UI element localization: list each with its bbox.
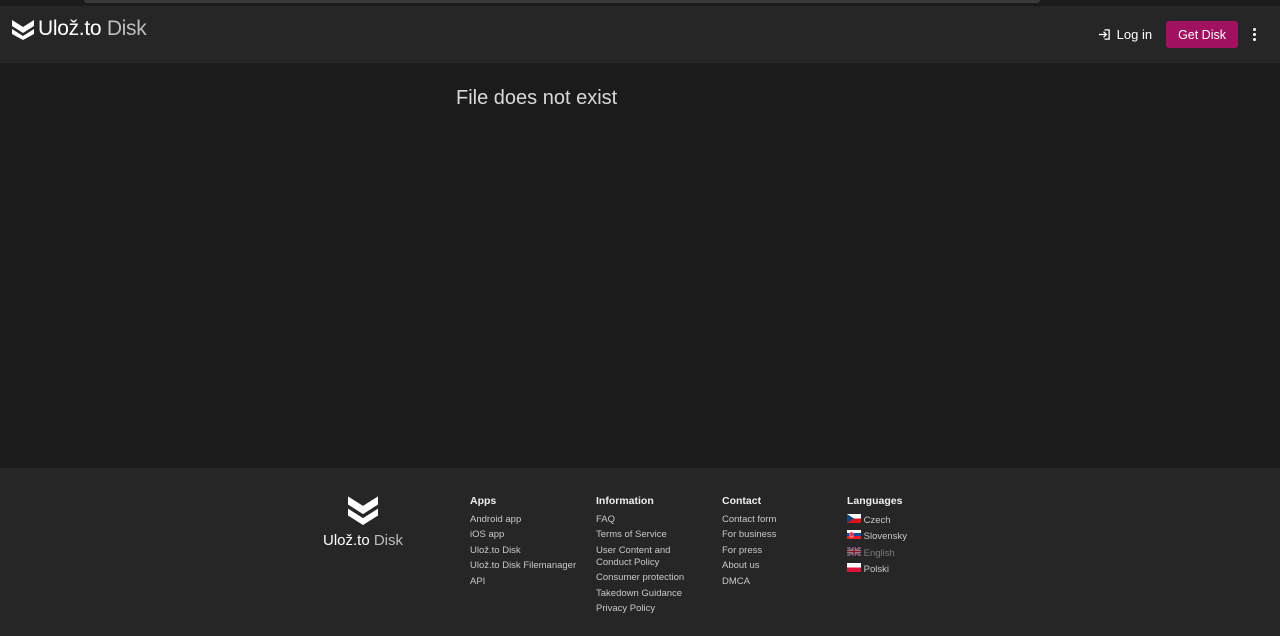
footer-link-privacy[interactable]: Privacy Policy [596,603,708,615]
uk-flag-icon [847,546,861,556]
more-menu-icon[interactable] [1244,21,1264,48]
footer-contact-column: Contact Contact form For business For pr… [722,495,776,591]
footer-contact-title: Contact [722,495,762,507]
footer-languages-title: Languages [847,495,903,507]
get-disk-button[interactable]: Get Disk [1166,21,1238,48]
footer-link-filemanager[interactable]: Ulož.to Disk Filemanager [470,560,576,572]
footer-languages-column: Languages Czech Slovensky English Polski [847,495,907,580]
footer-logo[interactable]: Ulož.to Disk [322,495,404,549]
footer-information-column: Information FAQ Terms of Service User Co… [596,495,708,618]
footer-link-faq[interactable]: FAQ [596,514,708,526]
login-label: Log in [1116,27,1153,42]
language-czech[interactable]: Czech [847,514,907,527]
error-message: File does not exist [456,87,618,109]
login-link[interactable]: Log in [1098,27,1152,42]
scrollbar-track [84,0,1040,3]
footer-apps-column: Apps Android app iOS app Ulož.to Disk Ul… [470,495,576,591]
login-icon [1098,29,1110,40]
site-footer: Ulož.to Disk Apps Android app iOS app Ul… [0,468,1280,636]
language-slovensky[interactable]: Slovensky [847,530,907,543]
footer-link-uloz-disk[interactable]: Ulož.to Disk [470,545,576,557]
language-polski[interactable]: Polski [847,563,907,576]
footer-information-title: Information [596,495,654,507]
pl-flag-icon [847,563,861,573]
footer-apps-title: Apps [470,495,497,507]
cz-flag-icon [847,514,861,523]
language-english[interactable]: English [847,546,907,560]
footer-link-business[interactable]: For business [722,529,776,541]
footer-link-content-policy[interactable]: User Content and Conduct Policy [596,545,708,569]
footer-logo-text: Ulož.to Disk [322,532,404,549]
sk-flag-icon [847,530,861,540]
footer-link-consumer-protection[interactable]: Consumer protection [596,572,708,584]
site-logo[interactable]: Ulož.to Disk [12,17,147,41]
footer-link-press[interactable]: For press [722,545,776,557]
footer-link-ios-app[interactable]: iOS app [470,529,576,541]
logo-text: Ulož.to Disk [38,17,147,40]
footer-link-android-app[interactable]: Android app [470,514,576,526]
footer-link-dmca[interactable]: DMCA [722,576,776,588]
chevron-logo-icon [348,496,378,525]
site-header: Ulož.to Disk Log in Get Disk [0,6,1280,63]
chevron-logo-icon [12,20,34,40]
footer-link-terms[interactable]: Terms of Service [596,529,708,541]
footer-link-about[interactable]: About us [722,560,776,572]
footer-link-contact-form[interactable]: Contact form [722,514,776,526]
footer-link-api[interactable]: API [470,576,576,588]
footer-link-takedown[interactable]: Takedown Guidance [596,588,708,600]
main-content: File does not exist [0,63,1280,468]
